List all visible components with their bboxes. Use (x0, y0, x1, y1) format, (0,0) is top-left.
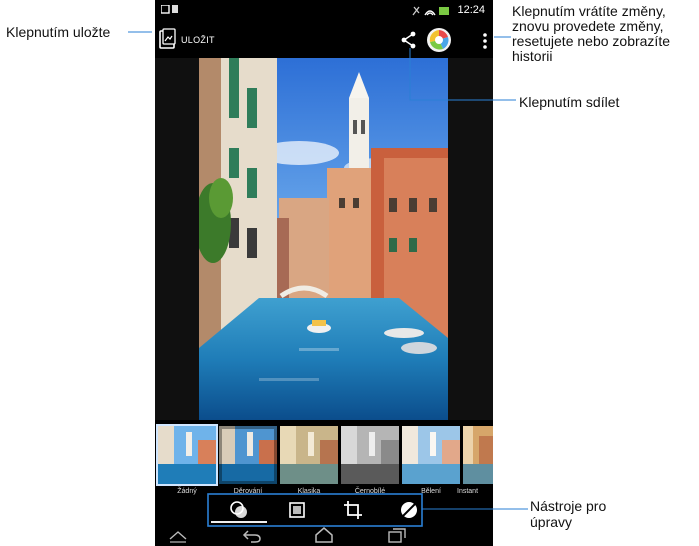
more-vert-icon[interactable] (481, 30, 489, 52)
adjust-tool-icon[interactable] (399, 500, 419, 520)
back-icon[interactable] (241, 527, 263, 543)
callout-tools-line-2: úpravy (530, 514, 573, 530)
callout-share: Klepnutím sdílet (519, 94, 620, 110)
filter-strip: Žádný Děrování Klasika Černobílé Bělení … (155, 424, 493, 498)
filter-thumb-bw[interactable] (341, 426, 399, 484)
photo-canvas (155, 58, 493, 420)
notification-icons (161, 5, 181, 15)
nav-hide-icon[interactable] (167, 527, 189, 543)
filter-thumb-instant[interactable] (463, 426, 493, 484)
filter-thumb-classic[interactable] (280, 426, 338, 484)
venice-canal-photo[interactable] (199, 58, 448, 420)
active-tool-indicator (211, 521, 267, 523)
status-bar: 12:24 (155, 0, 493, 22)
filter-tool-icon[interactable] (229, 500, 249, 520)
navigation-bar (155, 524, 493, 546)
frame-tool-icon[interactable] (287, 500, 307, 520)
action-bar: ULOŽIT (155, 22, 493, 58)
filter-thumb-bleach[interactable] (402, 426, 460, 484)
callout-tools: Nástroje pro úpravy (530, 498, 680, 530)
edit-toolbar (155, 494, 493, 524)
save-button[interactable]: ULOŽIT (159, 26, 239, 54)
callout-more-line-2: znovu provedete změny, (512, 18, 664, 34)
filter-thumb-vignette[interactable] (219, 426, 277, 484)
callout-save: Klepnutím uložte (6, 24, 111, 40)
callout-tools-line-1: Nástroje pro (530, 498, 607, 514)
callout-more-line-3: resetujete nebo zobrazíte (512, 33, 670, 49)
status-icons (411, 5, 451, 17)
edit-effects-icon[interactable] (425, 26, 453, 54)
clock: 12:24 (457, 4, 485, 16)
filter-thumb-none[interactable] (156, 424, 218, 486)
callout-more-options: Klepnutím vrátíte změny, znovu provedete… (512, 4, 698, 64)
device-screen: 12:24 ULOŽIT Žádný Děrování Klasika Čern… (155, 0, 493, 546)
home-icon[interactable] (313, 527, 335, 543)
share-icon[interactable] (397, 28, 421, 52)
callout-more-line-1: Klepnutím vrátíte změny, (512, 3, 666, 19)
save-label: ULOŽIT (181, 35, 215, 45)
recent-apps-icon[interactable] (385, 527, 407, 543)
gallery-save-icon (159, 28, 177, 50)
callout-more-line-4: historii (512, 48, 553, 64)
crop-tool-icon[interactable] (343, 500, 363, 520)
